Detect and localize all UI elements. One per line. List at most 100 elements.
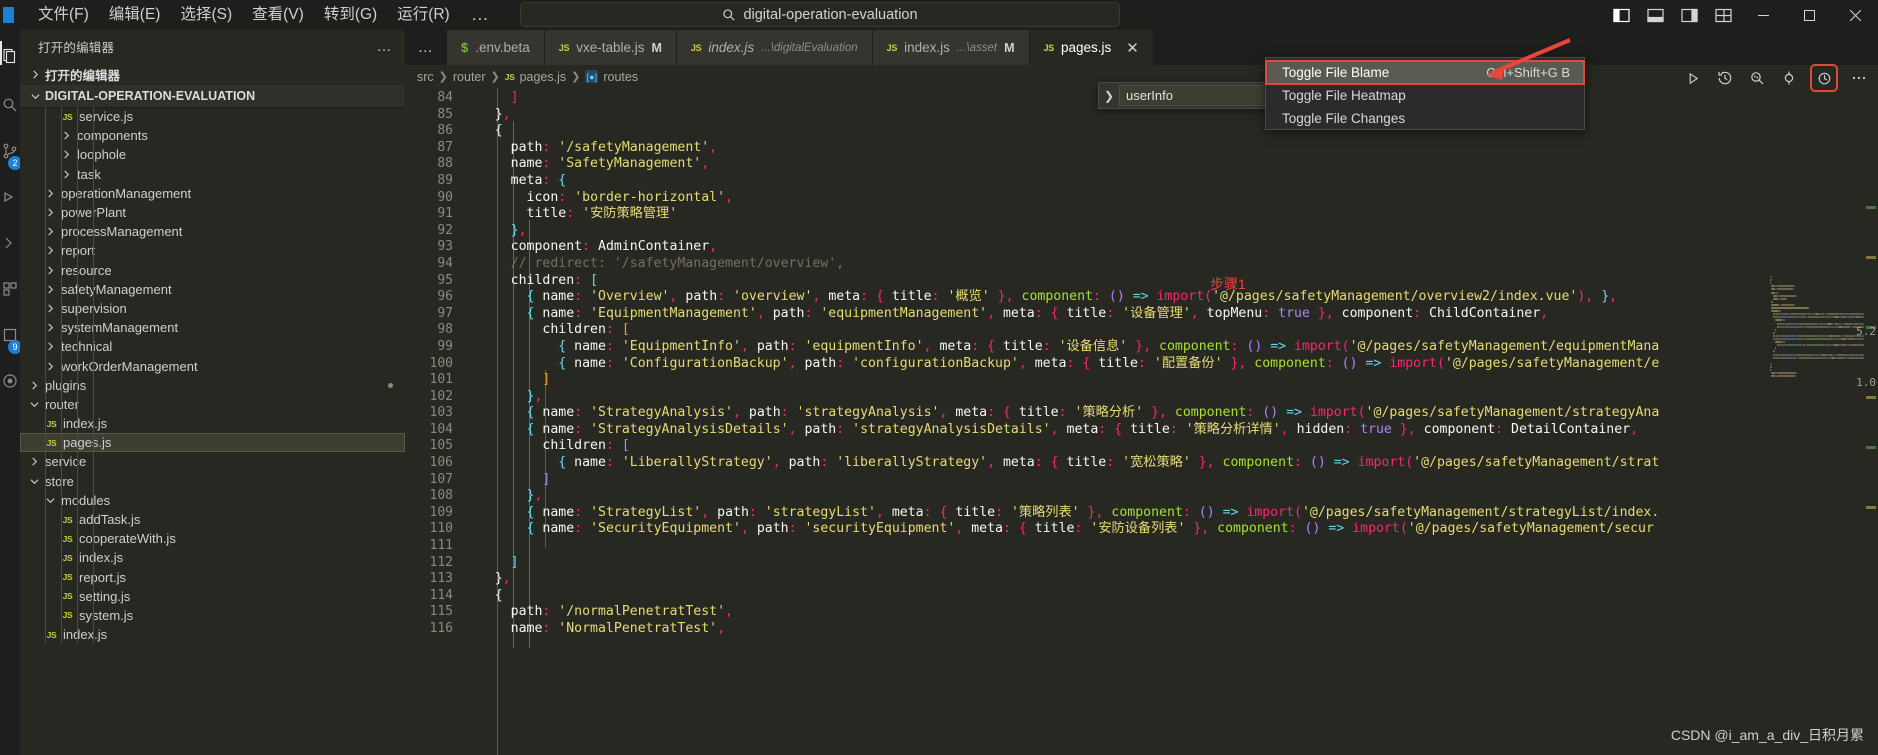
chevron-down-icon: [28, 477, 41, 486]
chevron-right-icon[interactable]: ❯: [1099, 89, 1119, 103]
editor-tab[interactable]: JS index.js ...\asset M: [872, 30, 1030, 65]
blame-circle-icon[interactable]: [1810, 64, 1838, 92]
minimap-line: [1776, 288, 1793, 291]
play-icon[interactable]: [1684, 69, 1702, 87]
section-project-root[interactable]: DIGITAL-OPERATION-EVALUATION: [20, 85, 405, 107]
minimap-line: [1796, 313, 1806, 316]
menu-file[interactable]: 文件(F): [28, 3, 99, 27]
minimize-window-button[interactable]: [1740, 0, 1786, 30]
minimap-line: [1766, 350, 1773, 352]
activity-search[interactable]: [0, 82, 20, 128]
line-number: 95: [437, 272, 453, 288]
breadcrumb-routes[interactable]: routes: [603, 70, 638, 84]
line-number: 85: [437, 106, 453, 122]
activity-run-debug[interactable]: [0, 174, 20, 220]
tab-modified-indicator: M: [651, 40, 662, 55]
minimap-line: [1829, 334, 1834, 337]
line-number: 105: [429, 438, 453, 454]
menu-view[interactable]: 查看(V): [242, 3, 314, 27]
tree-item-label: report.js: [79, 569, 126, 585]
scrollbar-decoration: [1866, 396, 1876, 399]
editor-tab[interactable]: JS pages.js ✕: [1029, 30, 1154, 65]
menu-go[interactable]: 转到(G): [314, 3, 387, 27]
context-menu-item[interactable]: Toggle File Changes: [1266, 107, 1584, 130]
tree-item-label: systemManagement: [61, 320, 179, 336]
menu-edit[interactable]: 编辑(E): [99, 3, 171, 27]
code-line: path: '/safetyManagement',: [510, 139, 718, 155]
minimap-line: [1837, 356, 1845, 359]
editor-tab[interactable]: JS vxe-table.js M: [544, 30, 677, 65]
minimap-line: [1766, 316, 1773, 318]
line-number: 107: [429, 471, 453, 487]
minimap-line: [1780, 356, 1798, 359]
activity-remote-explorer[interactable]: [0, 220, 20, 266]
line-number: 94: [437, 255, 453, 271]
editor-tab[interactable]: $ .env.beta: [447, 30, 545, 65]
minimap-line: [1769, 282, 1771, 285]
activity-extensions[interactable]: [0, 266, 20, 312]
toggle-primary-sidebar-button[interactable]: [1604, 0, 1638, 30]
tab-label: .env.beta: [475, 40, 530, 55]
minimap-line: [1784, 322, 1798, 325]
tree-item-label: powerPlant: [57, 205, 126, 220]
code-line: // redirect: '/safetyManagement/overview…: [510, 255, 845, 271]
section-open-editors[interactable]: 打开的编辑器: [20, 63, 405, 85]
close-window-button[interactable]: [1832, 0, 1878, 30]
code-content[interactable]: ] }, { path: '/safetyManagement', name: …: [463, 90, 1878, 755]
explorer-more-button[interactable]: …: [377, 38, 394, 55]
split-editor-icon[interactable]: [1780, 69, 1798, 87]
activity-accounts[interactable]: [0, 358, 20, 404]
gitlens-icon[interactable]: [1748, 69, 1766, 87]
minimap-hint-2: 1.0: [1856, 376, 1876, 389]
minimap-line: [1766, 347, 1775, 349]
breadcrumb-pages[interactable]: pages.js: [520, 70, 567, 84]
breadcrumb-router[interactable]: router: [453, 70, 486, 84]
minimap-line: [1828, 353, 1834, 356]
editor-tab[interactable]: JS index.js ...\digitalEvaluation: [676, 30, 873, 65]
gitlens-context-menu: Toggle File Blame Ctrl+Shift+G B Toggle Fi…: [1265, 57, 1585, 130]
minimap-line: [1810, 325, 1829, 328]
activity-explorer[interactable]: [0, 30, 20, 82]
code-line: children: [: [542, 438, 630, 454]
minimap-line: [1835, 334, 1841, 337]
editor-scrollbar[interactable]: [1864, 146, 1878, 755]
close-icon[interactable]: ✕: [1126, 39, 1139, 57]
tree-item-label: plugins: [45, 377, 87, 393]
js-file-icon: JS: [62, 111, 73, 122]
code-line: icon: 'border-horizontal',: [526, 189, 733, 205]
minimap-line: [1780, 334, 1797, 337]
minimap-line: [1844, 325, 1850, 328]
maximize-window-button[interactable]: [1786, 0, 1832, 30]
history-icon[interactable]: [1716, 69, 1734, 87]
ellipsis-icon[interactable]: [1850, 69, 1868, 87]
minimap-line: [1766, 338, 1773, 340]
menu-selection[interactable]: 选择(S): [170, 3, 242, 27]
code-editor[interactable]: 84 85 86 87 88 89 90 91 92 93 94 95 96 97 98 99 100 101 10…: [405, 88, 1878, 755]
tree-item-label: supervision: [57, 301, 127, 316]
context-menu-item[interactable]: Toggle File Heatmap: [1266, 84, 1584, 107]
activity-source-control[interactable]: 2: [0, 128, 22, 174]
minimap-line: [1766, 344, 1777, 346]
code-line: },: [494, 106, 511, 122]
activity-test-explorer[interactable]: 9: [0, 312, 22, 358]
minimap[interactable]: [1766, 146, 1864, 755]
toggle-panel-button[interactable]: [1638, 0, 1672, 30]
minimap-line: [1837, 353, 1846, 356]
chevron-down-icon: [28, 400, 41, 409]
tabs-overflow-button[interactable]: …: [405, 30, 447, 65]
toggle-secondary-sidebar-button[interactable]: [1672, 0, 1706, 30]
line-number: 103: [429, 405, 453, 421]
line-number: 101: [429, 372, 453, 388]
annotation-step-1: 步骤1: [1210, 276, 1246, 292]
minimap-line: [1847, 356, 1856, 359]
breadcrumb-src[interactable]: src: [417, 70, 434, 84]
code-line: },: [526, 488, 543, 504]
customize-layout-button[interactable]: [1706, 0, 1740, 30]
menu-more-button[interactable]: ...: [460, 5, 501, 25]
code-line: path: '/normalPenetratTest',: [510, 604, 733, 620]
tab-modified-indicator: M: [1004, 40, 1015, 55]
context-menu-item[interactable]: Toggle File Blame Ctrl+Shift+G B: [1265, 60, 1585, 85]
menu-run[interactable]: 运行(R): [387, 3, 460, 27]
code-line: {: [494, 587, 503, 603]
command-center[interactable]: digital-operation-evaluation: [520, 2, 1120, 27]
